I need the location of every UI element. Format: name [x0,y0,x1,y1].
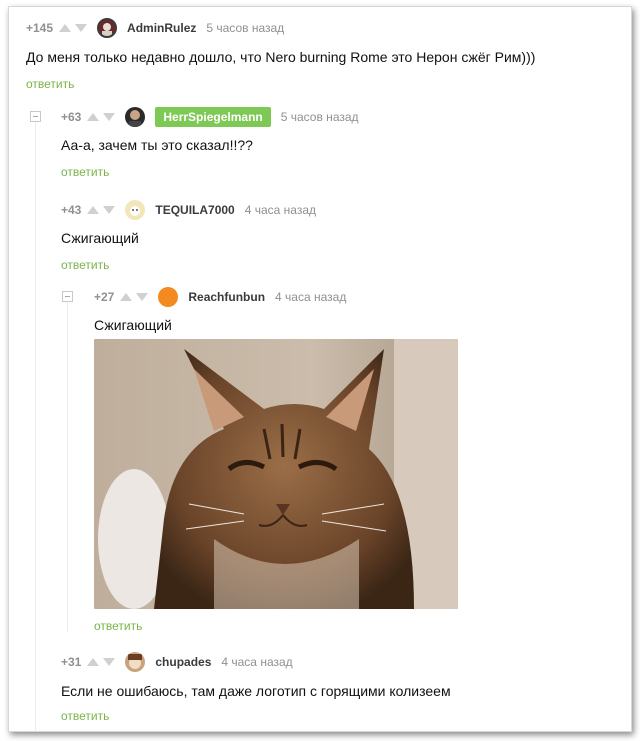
reply-link[interactable]: ответить [26,77,74,91]
upvote-arrow-icon[interactable] [120,293,133,301]
comment-time[interactable]: 4 часа назад [245,203,316,217]
comment-header: +145 AdminRulez 5 часов назад [26,17,284,39]
upvote-arrow-icon[interactable] [59,24,72,32]
thread-line [67,302,68,632]
avatar[interactable] [97,18,118,38]
comment-time[interactable]: 5 часов назад [281,110,359,124]
comment-author[interactable]: HerrSpiegelmann [155,107,271,127]
comment-score: +31 [61,655,82,669]
reply-link[interactable]: ответить [61,258,109,272]
collapse-icon[interactable] [30,111,41,122]
avatar[interactable] [125,652,146,672]
comment-header: +31 chupades 4 часа назад [61,651,293,673]
comment-header: +63 HerrSpiegelmann 5 часов назад [61,106,359,128]
cat-photo [94,339,458,609]
comment-author[interactable]: Reachfunbun [188,290,265,304]
comment-score: +27 [94,290,115,304]
avatar[interactable] [158,287,179,307]
downvote-arrow-icon[interactable] [136,293,149,301]
comment-text: Сжигающий [94,317,172,333]
comment-author[interactable]: AdminRulez [127,21,196,35]
comment-header: +27 Reachfunbun 4 часа назад [94,286,346,308]
upvote-arrow-icon[interactable] [87,206,100,214]
comment-thread: +145 AdminRulez 5 часов назад До меня то… [8,6,632,732]
downvote-arrow-icon[interactable] [75,24,88,32]
reply-link[interactable]: ответить [61,165,109,179]
comment-author[interactable]: chupades [155,655,211,669]
upvote-arrow-icon[interactable] [87,113,100,121]
collapse-icon[interactable] [62,291,73,302]
avatar[interactable] [125,200,146,220]
comment-header: +43 TEQUILA7000 4 часа назад [61,199,316,221]
comment-score: +63 [61,110,82,124]
comment-text: До меня только недавно дошло, что Nero b… [26,49,536,65]
avatar[interactable] [125,107,146,127]
comment-text: Аа-а, зачем ты это сказал!!?? [61,137,253,153]
downvote-arrow-icon[interactable] [103,206,116,214]
downvote-arrow-icon[interactable] [103,113,116,121]
comment-time[interactable]: 4 часа назад [275,290,346,304]
cat-image[interactable] [94,339,458,609]
comment-score: +43 [61,203,82,217]
comment-text: Сжигающий [61,230,139,246]
comment-author[interactable]: TEQUILA7000 [155,203,234,217]
comment-text: Если не ошибаюсь, там даже логотип с гор… [61,683,451,699]
thread-line [35,119,36,731]
downvote-arrow-icon[interactable] [103,658,116,666]
comment-score: +145 [26,21,54,35]
upvote-arrow-icon[interactable] [87,658,100,666]
comment-time[interactable]: 5 часов назад [206,21,284,35]
reply-link[interactable]: ответить [61,709,109,723]
comment-time[interactable]: 4 часа назад [221,655,292,669]
reply-link[interactable]: ответить [94,619,142,633]
